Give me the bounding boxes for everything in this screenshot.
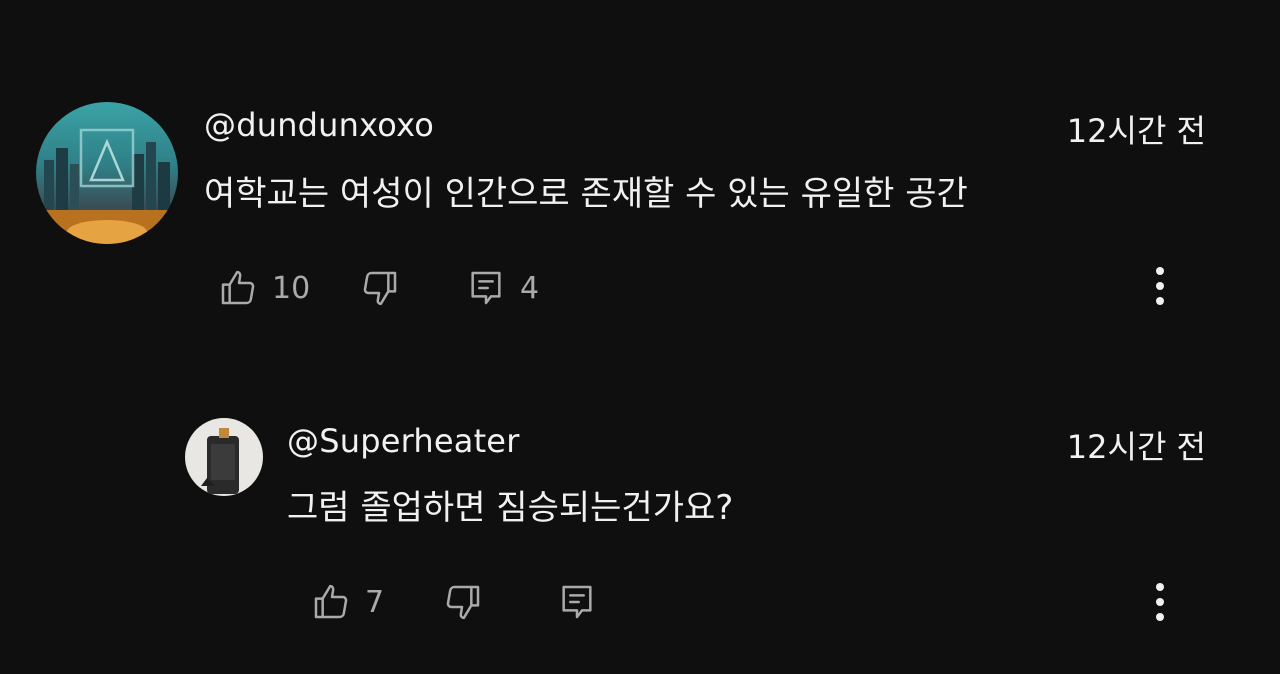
reply-thread: @Superheater 12시간 전 그럼 졸업하면 짐승되는건가요? 7 bbox=[0, 340, 1280, 674]
reply-count: 4 bbox=[520, 270, 540, 306]
more-vert-icon[interactable] bbox=[1140, 256, 1180, 316]
city-skyline-avatar-icon bbox=[36, 102, 178, 244]
reply-button[interactable] bbox=[557, 580, 611, 624]
menu-dot bbox=[1156, 583, 1164, 591]
thumbs-up-icon bbox=[314, 584, 348, 619]
device-photo-avatar-icon bbox=[185, 418, 263, 496]
comment-author[interactable]: @Superheater bbox=[287, 422, 520, 460]
avatar[interactable] bbox=[36, 102, 178, 244]
menu-dot bbox=[1156, 282, 1164, 290]
like-button[interactable]: 7 bbox=[311, 580, 384, 624]
comment-text: 여학교는 여성이 인간으로 존재할 수 있는 유일한 공간 bbox=[204, 174, 968, 214]
thumbs-up-icon bbox=[221, 270, 255, 305]
like-count: 10 bbox=[272, 270, 311, 306]
comment-author[interactable]: @dundunxoxo bbox=[204, 106, 434, 144]
menu-dot bbox=[1156, 297, 1164, 305]
reply-comment-icon bbox=[471, 271, 501, 305]
thumbs-down-icon bbox=[446, 585, 480, 620]
reply-comment-icon bbox=[562, 585, 592, 619]
thumbs-down-icon bbox=[363, 271, 397, 306]
menu-dot bbox=[1156, 267, 1164, 275]
reply-button[interactable]: 4 bbox=[466, 266, 539, 310]
more-vert-icon[interactable] bbox=[1140, 572, 1180, 632]
menu-dot bbox=[1156, 613, 1164, 621]
comment-time: 12시간 전 bbox=[1066, 428, 1206, 466]
dislike-button[interactable] bbox=[360, 266, 400, 310]
comment-time: 12시간 전 bbox=[1066, 112, 1206, 150]
comment-thread: @dundunxoxo 12시간 전 여학교는 여성이 인간으로 존재할 수 있… bbox=[0, 0, 1280, 340]
dislike-button[interactable] bbox=[443, 580, 483, 624]
comment-text: 그럼 졸업하면 짐승되는건가요? bbox=[287, 488, 734, 528]
like-count: 7 bbox=[365, 584, 385, 620]
avatar[interactable] bbox=[185, 418, 263, 496]
menu-dot bbox=[1156, 598, 1164, 606]
like-button[interactable]: 10 bbox=[218, 266, 310, 310]
